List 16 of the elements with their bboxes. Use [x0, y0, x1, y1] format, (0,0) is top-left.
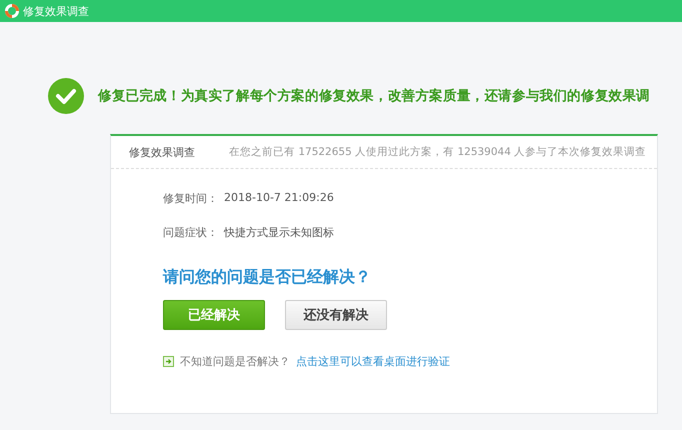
card-title: 修复效果调查	[129, 144, 195, 160]
verify-link[interactable]: 点击这里可以查看桌面进行验证	[296, 354, 450, 369]
field-value: 快捷方式显示未知图标	[224, 225, 334, 240]
lifebuoy-icon	[5, 4, 19, 18]
unresolved-button[interactable]: 还没有解决	[285, 300, 387, 330]
hint-text: 不知道问题是否解决？	[180, 354, 290, 369]
resolved-button[interactable]: 已经解决	[163, 300, 265, 330]
usage-stats: 在您之前已有 17522655 人使用过此方案，有 12539044 人参与了本次修复效果调查	[229, 145, 646, 159]
field-label: 修复时间：	[163, 191, 218, 206]
check-icon	[48, 78, 84, 114]
field-value: 2018-10-7 21:09:26	[224, 191, 334, 204]
window-title: 修复效果调查	[23, 4, 89, 18]
question: 请问您的问题是否已经解决？	[163, 267, 372, 288]
completion-message: 修复已完成！为真实了解每个方案的修复效果，改善方案质量，还请参与我们的修复效果调	[98, 87, 650, 105]
field-label: 问题症状：	[163, 225, 218, 240]
arrow-icon	[163, 356, 174, 367]
